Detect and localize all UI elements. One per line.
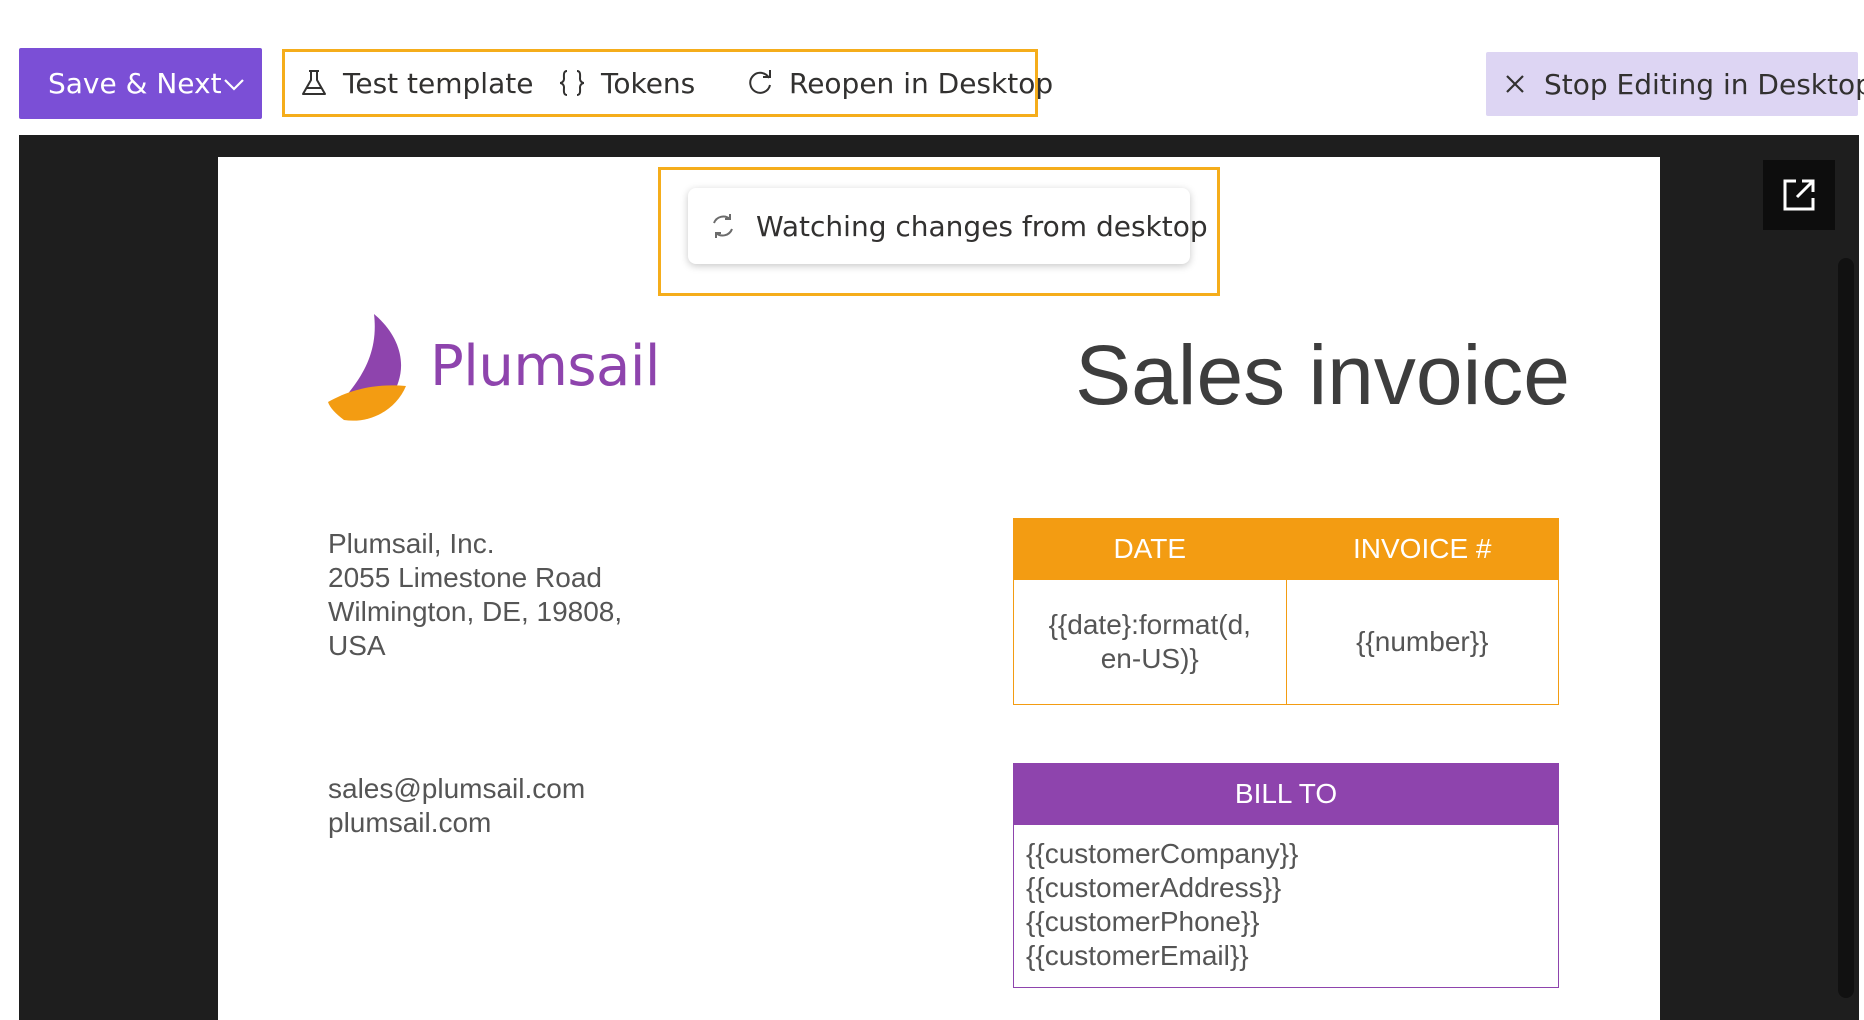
sync-icon — [713, 214, 733, 238]
company-logo: Plumsail — [326, 312, 696, 424]
stop-editing-label: Stop Editing in Desktop — [1544, 67, 1864, 101]
address-line: Wilmington, DE, 19808, — [328, 596, 623, 627]
reopen-desktop-label: Reopen in Desktop — [789, 66, 1054, 100]
document-title: Sales invoice — [1075, 328, 1570, 422]
bill-to-line: {{customerCompany}} — [1026, 838, 1299, 869]
invoice-number-header: INVOICE # — [1285, 518, 1559, 580]
tokens-button[interactable]: Tokens — [557, 52, 695, 114]
invoice-number-value: {{number}} — [1285, 579, 1559, 705]
test-template-button[interactable]: Test template — [299, 52, 533, 114]
date-value-line: {{date}:format(d, — [1048, 609, 1251, 640]
save-next-label: Save & Next — [48, 67, 222, 100]
contact-email: sales@plumsail.com — [328, 773, 586, 804]
bill-to-line: {{customerAddress}} — [1026, 872, 1282, 903]
bill-to-details: {{customerCompany}} {{customerAddress}} … — [1013, 824, 1559, 988]
contact-website: plumsail.com — [328, 807, 492, 838]
refresh-icon — [749, 70, 771, 94]
brand-name: Plumsail — [430, 334, 660, 399]
beaker-icon — [302, 70, 326, 95]
bill-to-header: BILL TO — [1013, 763, 1559, 825]
open-in-new-window-button[interactable] — [1763, 160, 1835, 230]
date-value: {{date}:format(d, en-US)} — [1013, 579, 1287, 705]
date-value-line: en-US)} — [1100, 643, 1199, 674]
bill-to-line: {{customerEmail}} — [1026, 940, 1249, 971]
address-line: Plumsail, Inc. — [328, 528, 495, 559]
sail-logo-icon — [328, 314, 406, 421]
invoice-info-table: DATE INVOICE # {{date}:format(d, en-US)}… — [1013, 518, 1559, 705]
address-line: USA — [328, 630, 386, 661]
reopen-desktop-button[interactable]: Reopen in Desktop — [745, 52, 1053, 114]
company-contact: sales@plumsail.com plumsail.com — [328, 772, 585, 840]
invoice-page: Watching changes from desktop Plumsail S… — [218, 157, 1660, 1020]
open-in-new-icon — [1783, 179, 1815, 211]
company-address: Plumsail, Inc. 2055 Limestone Road Wilmi… — [328, 527, 622, 663]
braces-icon — [559, 70, 585, 96]
tokens-label: Tokens — [601, 66, 696, 100]
viewer-scrollbar[interactable] — [1838, 258, 1854, 998]
date-header: DATE — [1013, 518, 1287, 580]
close-icon — [1506, 75, 1524, 93]
save-next-button[interactable]: Save & Next — [19, 48, 262, 119]
chevron-down-icon[interactable] — [222, 72, 246, 96]
stop-editing-button[interactable]: Stop Editing in Desktop — [1486, 52, 1864, 116]
bill-to-line: {{customerPhone}} — [1026, 906, 1260, 937]
test-template-label: Test template — [343, 66, 534, 100]
template-actions-group: Test template Tokens Reopen in Desktop — [282, 49, 1053, 117]
address-line: 2055 Limestone Road — [328, 562, 602, 593]
bill-to-table: BILL TO {{customerCompany}} {{customerAd… — [1013, 763, 1559, 988]
watching-status-chip: Watching changes from desktop — [688, 188, 1208, 264]
watching-label: Watching changes from desktop — [756, 209, 1208, 243]
